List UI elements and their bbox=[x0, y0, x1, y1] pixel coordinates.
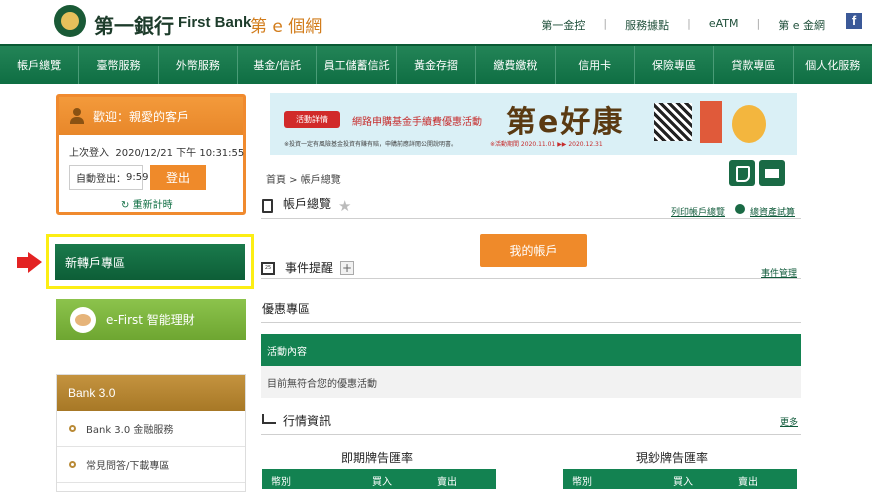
nav-item-twd[interactable]: 臺幣服務 bbox=[79, 46, 159, 84]
col-currency: 幣別 bbox=[271, 477, 291, 488]
printer-icon[interactable] bbox=[759, 160, 785, 186]
bank3-item-services[interactable]: Bank 3.0 金融服務 bbox=[57, 411, 245, 447]
efirst-button[interactable]: e-First 智能理財 bbox=[56, 299, 246, 340]
trend-chart-icon bbox=[262, 414, 276, 424]
breadcrumb[interactable]: 首頁 > 帳戶總覽 bbox=[266, 171, 341, 186]
mascot-icon bbox=[732, 105, 766, 143]
nav-item-insurance[interactable]: 保險專區 bbox=[635, 46, 715, 84]
col-sell: 賣出 bbox=[738, 477, 758, 488]
nav-item-payment[interactable]: 繳費繳稅 bbox=[476, 46, 556, 84]
col-buy: 買入 bbox=[673, 477, 693, 488]
nav-item-credit-card[interactable]: 信用卡 bbox=[556, 46, 635, 84]
top-link-ebank[interactable]: 第 e 金網 bbox=[769, 17, 834, 33]
col-sell: 賣出 bbox=[437, 477, 457, 488]
spot-rate-table-header: 幣別 買入 賣出 bbox=[262, 469, 496, 489]
calendar-icon: 25 bbox=[261, 262, 275, 275]
header: 第一銀行 First Bank 第 e 個網 第一金控 | 服務據點 | eAT… bbox=[0, 0, 872, 44]
divider bbox=[261, 434, 801, 435]
market-title: 行情資訊 bbox=[283, 414, 332, 428]
qr-code-icon bbox=[654, 103, 692, 141]
top-link-branches[interactable]: 服務據點 bbox=[616, 17, 678, 33]
add-event-icon[interactable]: + bbox=[340, 261, 354, 275]
document-icon bbox=[262, 199, 273, 213]
auto-logout-timer: 自動登出 ： 9:59 bbox=[69, 165, 148, 190]
bank3-item-label: 常見問答/下載專區 bbox=[86, 461, 170, 472]
nav-item-foreign[interactable]: 外幣服務 bbox=[159, 46, 239, 84]
welcome-text: 歡迎：親愛的客戶 bbox=[93, 109, 190, 124]
main-nav: 帳戶總覽 臺幣服務 外幣服務 基金/信託 員工儲蓄信託 黃金存摺 繳費繳稅 信用… bbox=[0, 44, 872, 84]
globe-icon bbox=[735, 204, 745, 214]
print-overview-link[interactable]: 列印帳戶總覽 bbox=[671, 205, 725, 218]
event-title: 事件提醒 bbox=[285, 261, 334, 275]
col-buy: 買入 bbox=[372, 477, 392, 488]
welcome-header: 歡迎：親愛的客戶 bbox=[59, 97, 243, 135]
last-login-label: 上次登入 bbox=[69, 148, 109, 159]
nav-item-gold[interactable]: 黃金存摺 bbox=[397, 46, 477, 84]
banner-details-button[interactable]: 活動詳情 bbox=[284, 111, 340, 128]
logout-button[interactable]: 登出 bbox=[150, 165, 206, 190]
top-link-eatm[interactable]: eATM bbox=[700, 17, 748, 33]
top-link-separator: | bbox=[603, 17, 608, 30]
efirst-label: e-First 智能理財 bbox=[106, 313, 195, 327]
no-activity-text: 目前無符合您的優惠活動 bbox=[261, 366, 801, 398]
nav-item-personal[interactable]: 個人化服務 bbox=[794, 46, 872, 84]
cash-rate-title: 現鈔牌告匯率 bbox=[636, 451, 709, 465]
house-icon bbox=[700, 101, 722, 143]
col-currency: 幣別 bbox=[572, 477, 592, 488]
brand-name[interactable]: 第一銀行 bbox=[94, 10, 174, 39]
nav-item-account-overview[interactable]: 帳戶總覽 bbox=[0, 46, 80, 84]
spot-rate-title: 即期牌告匯率 bbox=[341, 451, 414, 465]
refresh-timer-link[interactable]: ↻ 重新計時 bbox=[121, 196, 243, 211]
event-manage-link[interactable]: 事件管理 bbox=[761, 266, 797, 279]
phone-icon[interactable] bbox=[729, 160, 755, 186]
auto-logout-colon: ： bbox=[116, 174, 126, 185]
divider bbox=[261, 322, 801, 323]
nav-item-loan[interactable]: 貸款專區 bbox=[714, 46, 794, 84]
top-links: 第一金控 | 服務據點 | eATM | 第 e 金網 bbox=[532, 17, 834, 33]
brand-name-en[interactable]: First Bank bbox=[178, 14, 251, 31]
activity-header: 活動內容 bbox=[261, 334, 801, 366]
page-title: 帳戶總覽 bbox=[283, 197, 332, 211]
top-link-separator: | bbox=[687, 17, 691, 30]
last-login-info: 上次登入 2020/12/21 下午 10:31:55 bbox=[69, 144, 245, 159]
promo-banner[interactable]: 活動詳情 網路申購基金手續費優惠活動 ※投資一定有風險基金投資有賺有賠，申購前應… bbox=[270, 93, 797, 155]
more-link[interactable]: 更多 bbox=[780, 415, 798, 428]
user-icon bbox=[69, 108, 85, 124]
brand-subtitle: 第 e 個網 bbox=[250, 17, 323, 37]
bullet-icon bbox=[69, 425, 76, 432]
nav-item-employee-trust[interactable]: 員工儲蓄信託 bbox=[317, 46, 397, 84]
asset-calc-link[interactable]: 總資產試算 bbox=[750, 205, 795, 218]
nav-item-fund[interactable]: 基金/信託 bbox=[238, 46, 318, 84]
banner-big-text: 第e好康 bbox=[506, 105, 625, 140]
bank3-title: Bank 3.0 bbox=[57, 375, 245, 411]
red-arrow-icon bbox=[17, 252, 42, 273]
auto-logout-row: 自動登出 ： 9:59 登出 bbox=[69, 165, 243, 190]
bank3-item-label: Bank 3.0 金融服務 bbox=[86, 425, 174, 436]
bank3-panel: Bank 3.0 Bank 3.0 金融服務 常見問答/下載專區 bbox=[56, 374, 246, 492]
favorite-star-icon[interactable]: ★ bbox=[338, 197, 351, 215]
bullet-icon bbox=[69, 461, 76, 468]
banner-fine-print: ※投資一定有風險基金投資有賺有賠，申購前應詳閱公開說明書。 bbox=[284, 141, 458, 148]
promo-title: 優惠專區 bbox=[262, 302, 311, 316]
welcome-panel: 歡迎：親愛的客戶 上次登入 2020/12/21 下午 10:31:55 自動登… bbox=[56, 94, 246, 215]
auto-logout-label: 自動登出 bbox=[76, 174, 116, 185]
refresh-label: 重新計時 bbox=[132, 200, 173, 211]
banner-title: 網路申購基金手續費優惠活動 bbox=[352, 117, 482, 128]
auto-logout-countdown: 9:59 bbox=[126, 172, 149, 183]
new-account-button[interactable]: 新轉戶專區 bbox=[55, 244, 245, 280]
top-link-holding[interactable]: 第一金控 bbox=[532, 17, 594, 33]
bank3-item-faq[interactable]: 常見問答/下載專區 bbox=[57, 447, 245, 483]
top-link-separator: | bbox=[756, 17, 761, 30]
refresh-icon: ↻ bbox=[121, 200, 130, 211]
last-login-time: 2020/12/21 下午 10:31:55 bbox=[115, 148, 245, 159]
cash-rate-table-header: 幣別 買入 賣出 bbox=[563, 469, 797, 489]
robo-advisor-mascot-icon bbox=[70, 306, 96, 333]
first-bank-logo-icon[interactable] bbox=[54, 5, 86, 37]
facebook-icon[interactable]: f bbox=[846, 13, 862, 29]
